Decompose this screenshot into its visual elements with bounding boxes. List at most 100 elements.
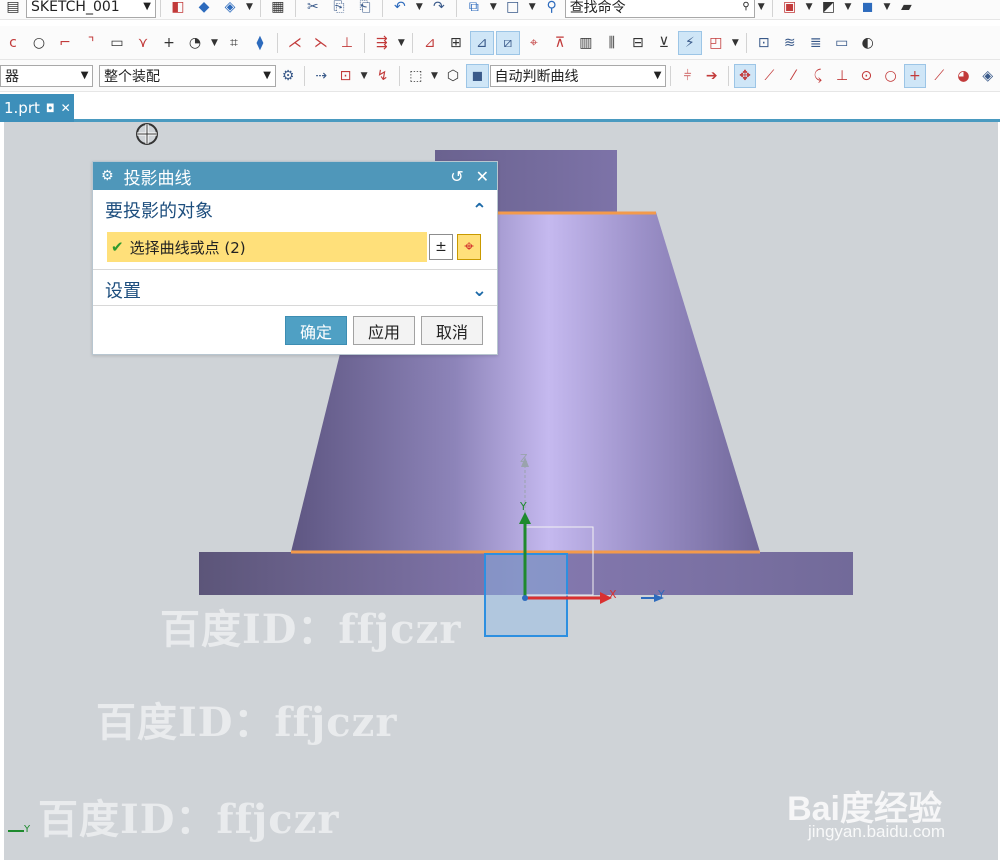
close-icon[interactable]: ✕ xyxy=(476,167,489,186)
polyline-icon[interactable]: ⋎ xyxy=(131,31,155,55)
dialog-title: 投影曲线 xyxy=(123,168,192,189)
cut-icon[interactable]: ✂ xyxy=(301,0,325,19)
curve-rule-select[interactable]: 自动判断曲线 ▼ xyxy=(489,64,667,87)
point-icon[interactable]: + xyxy=(157,31,181,55)
snap-face-icon[interactable]: ◕ xyxy=(952,64,974,88)
point-dialog-button[interactable]: ⌖ xyxy=(457,234,481,260)
csys-origin[interactable] xyxy=(522,595,528,601)
box-select-icon[interactable]: ⬚ xyxy=(405,64,427,88)
snap-intersection-icon[interactable]: + xyxy=(903,63,927,88)
sketch-name-select[interactable]: SKETCH_001 ▼ xyxy=(26,0,156,18)
tab-close-icon[interactable]: ✕ xyxy=(61,101,71,115)
constraint-icon[interactable]: ⊞ xyxy=(444,31,468,55)
snap-slash-icon[interactable]: ⁄ xyxy=(782,64,804,88)
snap-quadrant-icon[interactable]: ○ xyxy=(879,64,901,88)
view-cube-icon[interactable]: ◆ xyxy=(192,0,216,19)
snap-point-icon[interactable]: ✥ xyxy=(733,63,757,88)
snap-mid-icon[interactable]: ⟋ xyxy=(928,64,950,88)
corner-icon[interactable]: ⊥ xyxy=(335,31,359,55)
file-tab-label: 1.prt xyxy=(4,99,40,117)
material-icon[interactable]: ▰ xyxy=(894,0,918,19)
offset-icon[interactable]: ⧫ xyxy=(248,31,272,55)
select-type-icon[interactable]: ⊡ xyxy=(334,64,356,88)
profile-icon[interactable]: ◔ xyxy=(183,31,207,55)
convert-icon[interactable]: ▥ xyxy=(574,31,598,55)
blank-icon[interactable]: □ xyxy=(501,0,525,19)
render-icon[interactable]: ◼ xyxy=(855,0,879,19)
relation-icon[interactable]: ⌖ xyxy=(522,31,546,55)
ok-button[interactable]: 确定 xyxy=(285,316,347,345)
delay-eval-icon[interactable]: ◰ xyxy=(704,31,728,55)
command-search-text: 查找命令 xyxy=(569,0,626,16)
window-icon[interactable]: ⧉ xyxy=(462,0,486,19)
chamfer-icon[interactable]: ⌝ xyxy=(79,31,103,55)
pin-icon[interactable]: ◘ xyxy=(46,102,55,115)
add-curve-icon: ± xyxy=(435,239,447,255)
layout-icon[interactable]: ▦ xyxy=(266,0,290,19)
stack-icon[interactable]: ≋ xyxy=(778,31,802,55)
cursor-icon[interactable]: ↯ xyxy=(372,64,394,88)
snap-arrow-icon[interactable]: ➔ xyxy=(701,64,723,88)
select-curve-row[interactable]: ✔ 选择曲线或点 (2) xyxy=(107,232,427,262)
sketch-name-value: SKETCH_001 xyxy=(31,0,120,15)
selection-toolbar: 器 ▼ 整个装配 ▼ ⚙ ⇢ ⊡ ▼ ↯ ⬚ ▼ ⬡ ◼ 自动判断曲线 ▼ ⫩ ➔ ✥ ⟋… xyxy=(0,60,1000,92)
arc-icon[interactable]: ⅽ xyxy=(1,31,25,55)
body-select-icon[interactable]: ◼ xyxy=(466,63,489,88)
layer-icon[interactable]: ◩ xyxy=(817,0,841,19)
sketch-icon[interactable]: ▤ xyxy=(1,0,25,19)
undo-icon[interactable]: ↶ xyxy=(388,0,412,19)
axis-label-x: X xyxy=(609,588,617,601)
chevron-down-icon[interactable]: ⌄ xyxy=(472,280,487,301)
dialog-header[interactable]: ⚙ 投影曲线 ↺ ✕ xyxy=(93,162,497,190)
file-tab[interactable]: 1.prt ◘ ✕ xyxy=(0,94,74,122)
pattern-icon[interactable]: ⇶ xyxy=(370,31,394,55)
objects-group-header[interactable]: 要投影的对象 ⌃ xyxy=(93,192,497,228)
filter-icon[interactable]: ⚙ xyxy=(277,64,299,88)
settings-group-header[interactable]: 设置 ⌄ xyxy=(93,272,497,308)
snap-perp-icon[interactable]: ⊥ xyxy=(831,64,853,88)
extend-icon[interactable]: ⋋ xyxy=(309,31,333,55)
rectangle-icon[interactable]: ▭ xyxy=(105,31,129,55)
objects-group-title: 要投影的对象 xyxy=(105,201,213,222)
circle-icon[interactable]: ○ xyxy=(27,31,51,55)
mirror-icon[interactable]: ⋌ xyxy=(283,31,307,55)
chevron-up-icon[interactable]: ⌃ xyxy=(472,200,487,221)
snap-endpoint-icon[interactable]: ⫩ xyxy=(676,64,698,88)
chart-icon[interactable]: ▣ xyxy=(778,0,802,19)
snap-more-icon[interactable]: ◈ xyxy=(977,64,999,88)
paste-icon[interactable]: ⎗ xyxy=(353,0,377,19)
target-point-icon: ⌖ xyxy=(464,237,474,257)
reset-icon[interactable]: ↺ xyxy=(450,167,463,186)
snap-center-icon[interactable]: ⊙ xyxy=(855,64,877,88)
type-filter-select[interactable]: 器 ▼ xyxy=(0,64,94,87)
trim-icon[interactable]: ⌗ xyxy=(222,31,246,55)
command-finder-icon[interactable]: ⚲ xyxy=(540,0,564,19)
project-curve-icon[interactable]: ⊿ xyxy=(469,30,494,55)
curve-rule-button[interactable]: ± xyxy=(429,234,453,260)
intersect-curve-icon[interactable]: ⧄ xyxy=(495,30,520,55)
layers-icon[interactable]: ≣ xyxy=(804,31,828,55)
dimension-icon[interactable]: ⊿ xyxy=(418,31,442,55)
selection-scope-select[interactable]: 整个装配 ▼ xyxy=(99,64,276,87)
save-icon[interactable]: ◧ xyxy=(166,0,190,19)
reattach-icon[interactable]: ⊡ xyxy=(752,31,776,55)
cancel-button[interactable]: 取消 xyxy=(421,316,483,345)
command-search-input[interactable]: 查找命令 ⚲ xyxy=(564,0,755,18)
gear-icon[interactable]: ⚙ xyxy=(101,168,114,184)
fillet-icon[interactable]: ⌐ xyxy=(53,31,77,55)
inferred-icon[interactable]: ⊻ xyxy=(652,31,676,55)
continuous-auto-dim-icon[interactable]: ⚡ xyxy=(677,30,702,55)
tool-icon[interactable]: ◐ xyxy=(856,31,880,55)
copy-icon[interactable]: ⎘ xyxy=(327,0,351,19)
snap-line-icon[interactable]: ⟋ xyxy=(758,64,780,88)
orient-view-icon[interactable]: ◈ xyxy=(218,0,242,19)
camera-icon[interactable]: ▭ xyxy=(830,31,854,55)
alt-solution-icon[interactable]: ⊟ xyxy=(626,31,650,55)
auto-constrain-icon[interactable]: ⫼ xyxy=(600,31,624,55)
show-constraint-icon[interactable]: ⊼ xyxy=(548,31,572,55)
snap-tangent-icon[interactable]: ⤹ xyxy=(807,64,829,88)
face-select-icon[interactable]: ⬡ xyxy=(442,64,464,88)
select-all-icon[interactable]: ⇢ xyxy=(310,64,332,88)
redo-icon[interactable]: ↷ xyxy=(427,0,451,19)
apply-button[interactable]: 应用 xyxy=(353,316,415,345)
